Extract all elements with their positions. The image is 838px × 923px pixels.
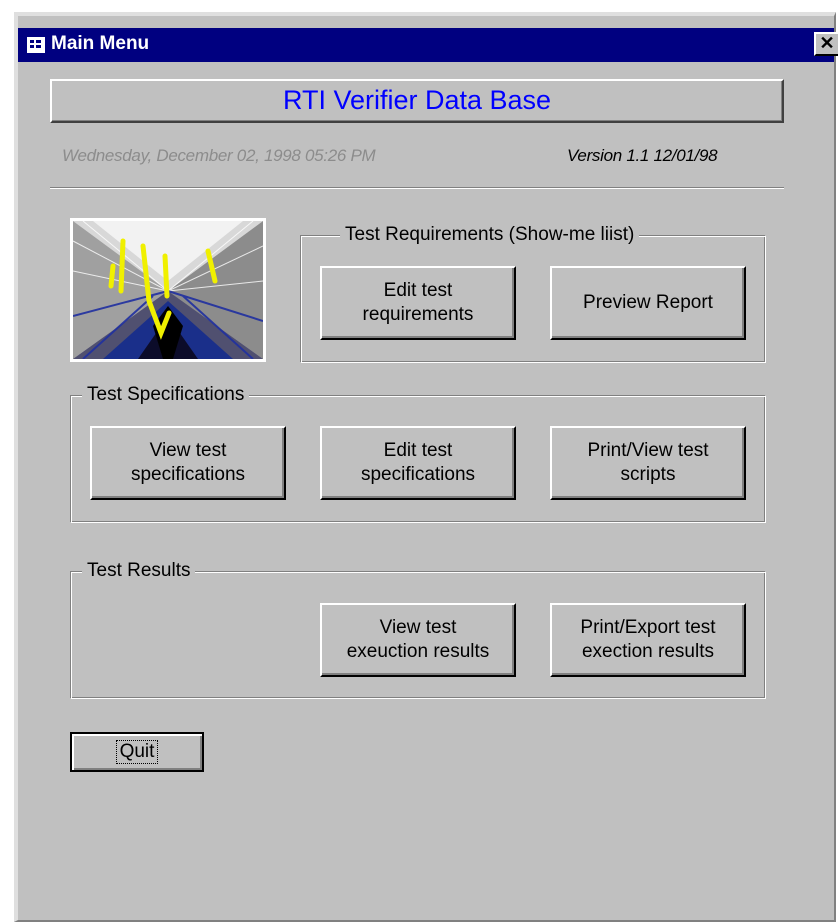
test-results-label: Test Results [82,560,196,582]
print-view-test-scripts-button[interactable]: Print/View test scripts [550,426,746,500]
test-specifications-label: Test Specifications [82,384,250,406]
title-bar[interactable]: Main Menu ✕ [18,28,838,62]
test-requirements-label: Test Requirements (Show-me liist) [340,224,640,246]
view-test-execution-results-button[interactable]: View test exeuction results [320,603,516,677]
window-title: Main Menu [51,33,150,54]
app-title-banner: RTI Verifier Data Base [50,79,784,123]
logo-picture [70,218,266,362]
separator-line-highlight [50,188,784,189]
version-label: Version 1.1 12/01/98 [567,146,718,165]
form-icon [27,37,45,53]
edit-test-requirements-button[interactable]: Edit test requirements [320,266,516,340]
close-icon: ✕ [819,33,835,53]
quit-button[interactable]: Quit [70,732,204,772]
logo-image [72,220,264,360]
close-button[interactable]: ✕ [814,32,838,56]
view-test-specifications-button[interactable]: View test specifications [90,426,286,500]
print-export-test-execution-results-button[interactable]: Print/Export test exection results [550,603,746,677]
preview-report-button[interactable]: Preview Report [550,266,746,340]
quit-button-label: Quit [115,740,159,764]
edit-test-specifications-button[interactable]: Edit test specifications [320,426,516,500]
current-date-time: Wednesday, December 02, 1998 05:26 PM [62,146,376,165]
